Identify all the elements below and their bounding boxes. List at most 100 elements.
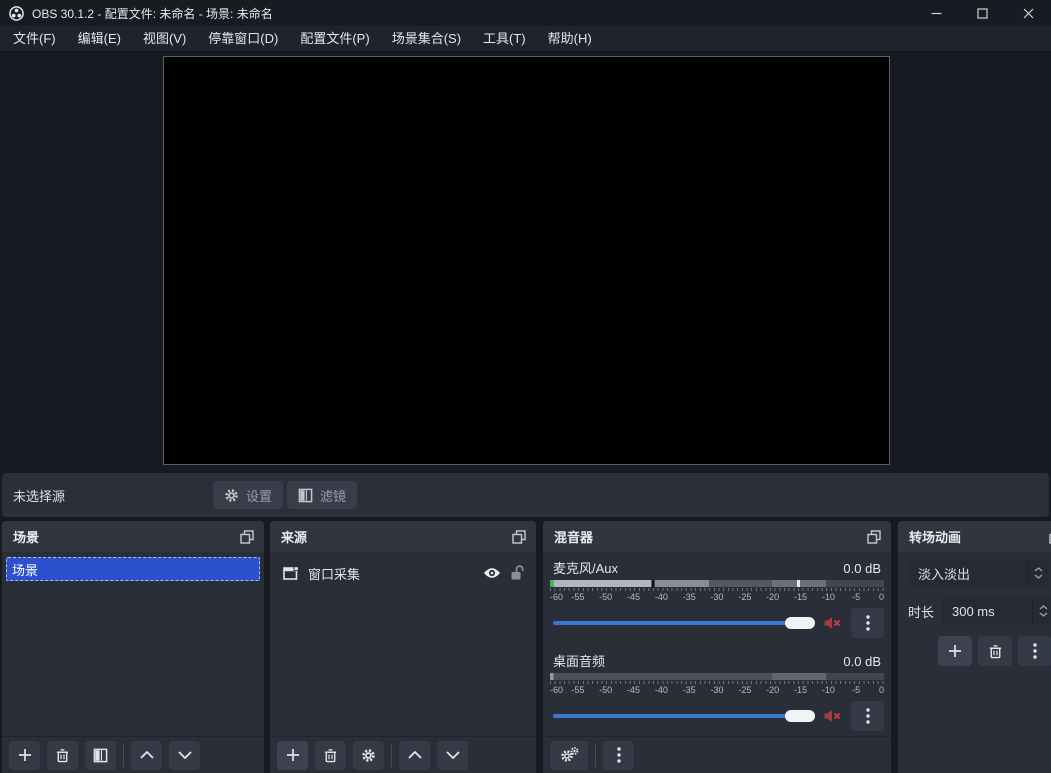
add-scene-button[interactable] <box>9 741 40 770</box>
scene-filters-button[interactable] <box>85 741 116 770</box>
source-properties-gear-button[interactable] <box>353 741 384 770</box>
title-bar: OBS 30.1.2 - 配置文件: 未命名 - 场景: 未命名 <box>0 0 1051 26</box>
mixer-dock-title: 混音器 <box>554 527 867 546</box>
source-context-toolbar: 未选择源 设置 滤镜 <box>2 473 1049 517</box>
add-source-button[interactable] <box>277 741 308 770</box>
scenes-dock: 场景 场景 <box>2 521 264 773</box>
duration-spinbox[interactable]: 300 ms <box>942 597 1051 625</box>
source-properties-label: 设置 <box>246 486 272 505</box>
tick-label: -15 <box>794 685 807 695</box>
menu-edit[interactable]: 编辑(E) <box>67 26 132 52</box>
scene-transitions-dock: 转场动画 淡入淡出 时长 300 ms <box>898 521 1051 773</box>
tick-label: -25 <box>738 685 751 695</box>
transition-kebab-menu-button[interactable] <box>1018 636 1051 666</box>
move-source-up-button[interactable] <box>399 741 430 770</box>
scene-name: 场景 <box>12 560 38 579</box>
menu-file[interactable]: 文件(F) <box>2 26 67 52</box>
menu-help[interactable]: 帮助(H) <box>537 26 603 52</box>
close-button[interactable] <box>1005 0 1051 26</box>
channel-level-db: 0.0 dB <box>843 561 881 576</box>
muted-speaker-icon[interactable] <box>824 616 841 630</box>
volume-slider[interactable] <box>553 616 815 630</box>
channel-kebab-menu-button[interactable] <box>851 608 884 638</box>
scenes-list: 场景 <box>2 552 264 736</box>
mixer-channel-mic: 麦克风/Aux 0.0 dB -60 -55 -50 -45 -40 -35 -… <box>550 558 884 638</box>
transition-selected-value: 淡入淡出 <box>918 564 970 583</box>
menu-docks[interactable]: 停靠窗口(D) <box>197 26 289 52</box>
volume-slider-handle[interactable] <box>785 617 815 629</box>
minimize-button[interactable] <box>913 0 959 26</box>
transition-select[interactable]: 淡入淡出 <box>908 559 1049 587</box>
mixer-channel-desktop: 桌面音频 0.0 dB -60 -55 -50 -45 -40 -35 -30 … <box>550 651 884 731</box>
source-filters-button[interactable]: 滤镜 <box>287 481 357 509</box>
add-transition-button[interactable] <box>938 636 972 666</box>
source-filters-label: 滤镜 <box>320 486 346 505</box>
sources-dock-title: 来源 <box>281 527 512 546</box>
mixer-kebab-menu-button[interactable] <box>603 741 634 770</box>
tick-label: -55 <box>571 685 584 695</box>
menu-scene-collection[interactable]: 场景集合(S) <box>381 26 472 52</box>
volume-slider-handle[interactable] <box>785 710 815 722</box>
move-scene-up-button[interactable] <box>131 741 162 770</box>
tick-label: -25 <box>738 592 751 602</box>
source-properties-button[interactable]: 设置 <box>213 481 283 509</box>
channel-kebab-menu-button[interactable] <box>851 701 884 731</box>
tick-label: -5 <box>852 685 860 695</box>
mixer-popout-icon[interactable] <box>867 530 881 544</box>
remove-source-button[interactable] <box>315 741 346 770</box>
tick-label: -45 <box>627 685 640 695</box>
window-title: OBS 30.1.2 - 配置文件: 未命名 - 场景: 未命名 <box>32 5 273 22</box>
preview-canvas[interactable] <box>163 56 890 465</box>
tick-label: -5 <box>852 592 860 602</box>
muted-speaker-icon[interactable] <box>824 709 841 723</box>
channel-name: 桌面音频 <box>553 651 843 670</box>
tick-label: -45 <box>627 592 640 602</box>
maximize-button[interactable] <box>959 0 1005 26</box>
source-name: 窗口采集 <box>308 564 474 583</box>
toolbar-separator <box>391 743 392 767</box>
tick-label: -40 <box>655 685 668 695</box>
tick-label: -35 <box>683 592 696 602</box>
transitions-buttons <box>938 636 1051 666</box>
mixer-toolbar <box>543 736 891 773</box>
toolbar-separator <box>595 743 596 767</box>
scene-list-item[interactable]: 场景 <box>6 557 260 581</box>
tick-label: -15 <box>794 592 807 602</box>
tick-label: -55 <box>571 592 584 602</box>
window-capture-icon <box>283 566 299 581</box>
remove-scene-button[interactable] <box>47 741 78 770</box>
tick-label: -20 <box>766 685 779 695</box>
spinbox-arrows-icon[interactable] <box>1032 597 1051 625</box>
sources-toolbar <box>270 736 536 773</box>
source-list-item[interactable]: 窗口采集 <box>274 558 532 588</box>
menu-view[interactable]: 视图(V) <box>132 26 197 52</box>
visibility-eye-icon[interactable] <box>483 567 501 579</box>
tick-label: -50 <box>599 592 612 602</box>
tick-label: -40 <box>655 592 668 602</box>
menu-tools[interactable]: 工具(T) <box>472 26 537 52</box>
menu-bar: 文件(F) 编辑(E) 视图(V) 停靠窗口(D) 配置文件(P) 场景集合(S… <box>0 26 1051 52</box>
advanced-audio-properties-button[interactable] <box>550 741 588 770</box>
remove-transition-button[interactable] <box>978 636 1012 666</box>
transitions-controls: 淡入淡出 时长 300 ms <box>898 552 1051 773</box>
scenes-popout-icon[interactable] <box>240 530 254 544</box>
scenes-toolbar <box>2 736 264 773</box>
sources-dock-header: 来源 <box>270 521 536 552</box>
obs-logo-icon <box>9 6 24 21</box>
move-source-down-button[interactable] <box>437 741 468 770</box>
transitions-dock-header: 转场动画 <box>898 521 1051 552</box>
tick-label: 0 <box>879 592 884 602</box>
move-scene-down-button[interactable] <box>169 741 200 770</box>
mixer-dock-header: 混音器 <box>543 521 891 552</box>
sources-popout-icon[interactable] <box>512 530 526 544</box>
lock-open-icon[interactable] <box>510 565 524 581</box>
menu-profile[interactable]: 配置文件(P) <box>289 26 380 52</box>
tick-label: -30 <box>710 592 723 602</box>
tick-label: -10 <box>822 592 835 602</box>
meter-scale: -60 -55 -50 -45 -40 -35 -30 -25 -20 -15 … <box>550 684 884 696</box>
volume-slider[interactable] <box>553 709 815 723</box>
tick-label: -30 <box>710 685 723 695</box>
gear-icon <box>224 488 239 503</box>
audio-level-meter <box>550 673 884 680</box>
mixer-channels: 麦克风/Aux 0.0 dB -60 -55 -50 -45 -40 -35 -… <box>543 552 891 736</box>
